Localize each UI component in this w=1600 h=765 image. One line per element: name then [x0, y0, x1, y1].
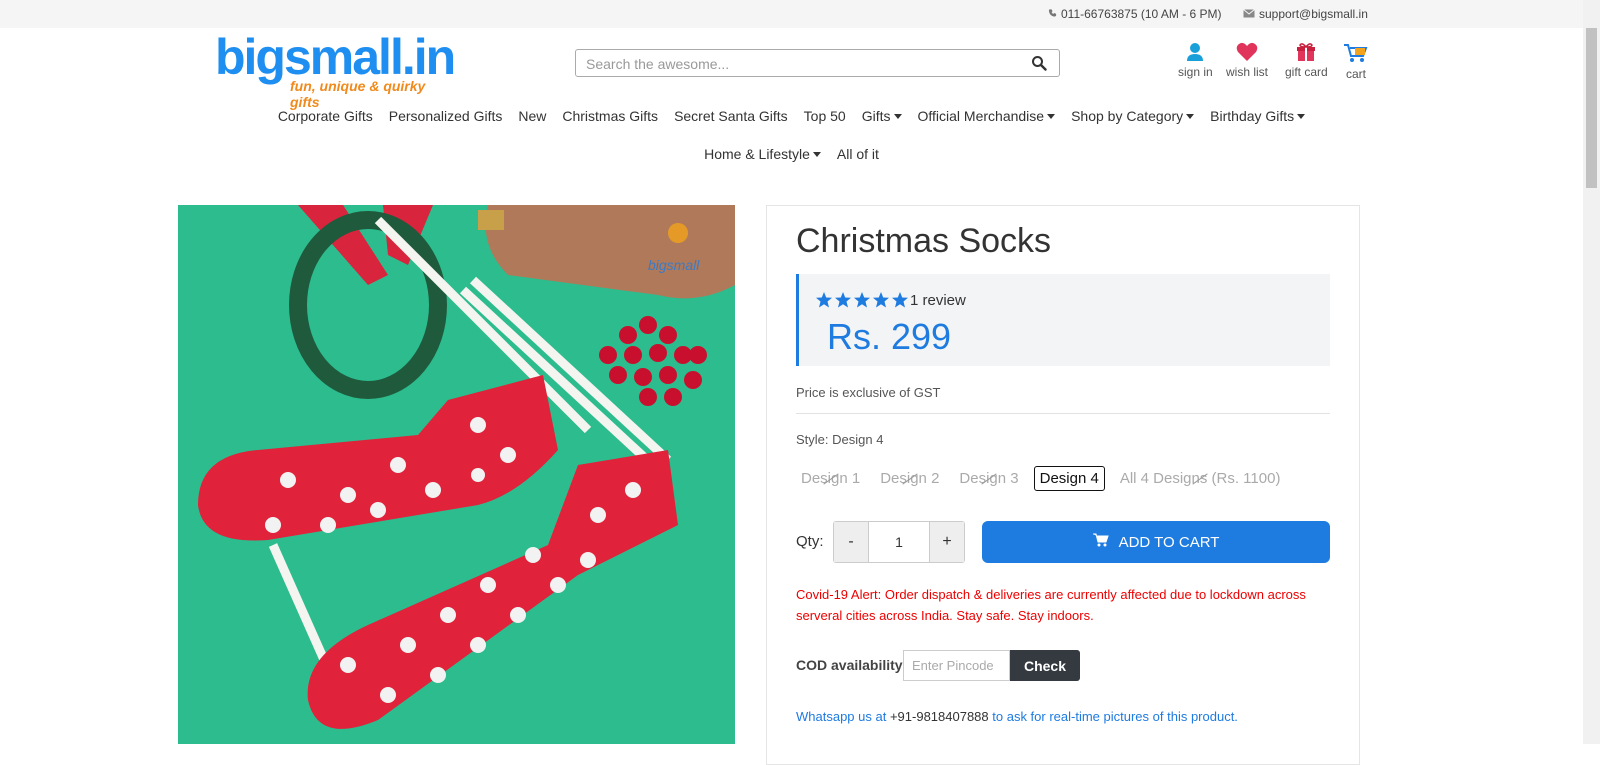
wishlist-label: wish list [1226, 65, 1269, 79]
caret-down-icon [1047, 113, 1056, 119]
review-count-link[interactable]: 1 review [910, 292, 966, 309]
nav-top-50[interactable]: Top 50 [796, 108, 854, 124]
divider [796, 413, 1330, 414]
logo-wordmark: bigsmall.in [215, 29, 456, 85]
pincode-input[interactable] [903, 650, 1010, 681]
product-image[interactable]: bigsmall [178, 205, 735, 744]
whatsapp-prefix: Whatsapp us at [796, 709, 887, 724]
design-option-1[interactable]: Design 1 [796, 467, 865, 490]
email-contact[interactable]: support@bigsmall.in [1243, 7, 1368, 21]
nav-home-lifestyle-dropdown[interactable]: Home & Lifestyle [696, 146, 829, 162]
qty-decrease-button[interactable]: - [834, 522, 868, 562]
heart-icon [1236, 42, 1258, 65]
nav-label: Personalized Gifts [388, 108, 503, 124]
phone-contact: 011-66763875 (10 AM - 6 PM) [1048, 7, 1222, 21]
search-icon[interactable] [1031, 55, 1047, 76]
watermark-text: bigsmall [648, 257, 700, 273]
rating-stars[interactable] [815, 291, 910, 309]
design-options: Design 1 Design 2 Design 3 Design 4 All … [796, 466, 1285, 491]
page-scrollbar[interactable] [1583, 0, 1600, 744]
phone-icon [1048, 7, 1057, 21]
nav-label: Official Merchandise [917, 108, 1045, 124]
nav-label: Corporate Gifts [277, 108, 373, 124]
nav-new[interactable]: New [510, 108, 554, 124]
nav-label: Birthday Gifts [1210, 108, 1295, 124]
cart-icon [1343, 42, 1369, 67]
design-option-all[interactable]: All 4 Designs (Rs. 1100) [1115, 467, 1286, 490]
design-option-4[interactable]: Design 4 [1033, 466, 1105, 491]
search-box [575, 49, 1060, 78]
nav-label: New [518, 108, 547, 124]
scrollbar-thumb[interactable] [1586, 28, 1597, 188]
search-input[interactable] [576, 50, 1008, 78]
nav-label: Christmas Gifts [562, 108, 659, 124]
user-icon [1186, 42, 1204, 65]
cod-label: COD availability [796, 657, 903, 673]
whatsapp-suffix: to ask for real-time pictures of this pr… [992, 709, 1238, 724]
nav-gifts-dropdown[interactable]: Gifts [854, 108, 910, 124]
style-label: Style: Design 4 [796, 432, 884, 447]
giftcard-label: gift card [1285, 65, 1328, 79]
envelope-icon [1243, 7, 1255, 21]
nav-label: All of it [836, 146, 879, 162]
star-rating-icon [816, 292, 908, 308]
phone-text: 011-66763875 (10 AM - 6 PM) [1061, 7, 1222, 21]
nav-label: Gifts [861, 108, 891, 124]
nav-personalized-gifts[interactable]: Personalized Gifts [381, 108, 511, 124]
qty-increase-button[interactable]: + [930, 522, 964, 562]
nav-secret-santa-gifts[interactable]: Secret Santa Gifts [666, 108, 796, 124]
nav-shop-by-category-dropdown[interactable]: Shop by Category [1063, 108, 1202, 124]
caret-down-icon [812, 151, 821, 157]
design-option-3[interactable]: Design 3 [954, 467, 1023, 490]
signin-label: sign in [1178, 65, 1213, 79]
add-to-cart-button[interactable]: ADD TO CART [982, 521, 1330, 563]
nav-birthday-gifts-dropdown[interactable]: Birthday Gifts [1202, 108, 1313, 124]
giftcard-link[interactable]: gift card [1285, 42, 1328, 79]
christmas-socks-photo: bigsmall [178, 205, 735, 744]
main-nav-row2: Home & Lifestyle All of it [0, 146, 1583, 162]
email-text[interactable]: support@bigsmall.in [1259, 7, 1368, 21]
cart-label: cart [1345, 67, 1366, 81]
design-option-2[interactable]: Design 2 [875, 467, 944, 490]
site-logo[interactable]: bigsmall.in fun, unique & quirky gifts [215, 29, 456, 110]
top-contact-bar: 011-66763875 (10 AM - 6 PM) support@bigs… [0, 0, 1583, 28]
signin-link[interactable]: sign in [1178, 42, 1213, 79]
whatsapp-number[interactable]: +91-9818407888 [890, 709, 989, 724]
product-price: Rs. 299 [827, 316, 952, 357]
nav-label: Secret Santa Gifts [674, 108, 788, 124]
caret-down-icon [1186, 113, 1195, 119]
quantity-stepper: - 1 + [833, 521, 965, 563]
add-to-cart-label: ADD TO CART [1118, 533, 1220, 551]
wishlist-link[interactable]: wish list [1226, 42, 1268, 79]
covid-alert: Covid-19 Alert: Order dispatch & deliver… [796, 587, 1306, 623]
main-nav: Corporate Gifts Personalized Gifts New C… [0, 108, 1583, 124]
nav-christmas-gifts[interactable]: Christmas Gifts [554, 108, 666, 124]
price-box: 1 review Rs. 299 [796, 274, 1330, 366]
nav-label: Home & Lifestyle [704, 146, 810, 162]
whatsapp-note: Whatsapp us at +91-9818407888 to ask for… [796, 709, 1238, 724]
nav-label: Top 50 [803, 108, 846, 124]
caret-down-icon [893, 113, 902, 119]
product-title: Christmas Socks [796, 222, 1052, 260]
nav-corporate-gifts[interactable]: Corporate Gifts [270, 108, 381, 124]
nav-label: Shop by Category [1071, 108, 1184, 124]
gift-icon [1296, 42, 1316, 65]
nav-all-of-it[interactable]: All of it [829, 146, 887, 162]
cart-icon [1092, 533, 1109, 551]
qty-input[interactable]: 1 [868, 522, 930, 562]
qty-label: Qty: [796, 533, 824, 550]
check-button[interactable]: Check [1010, 650, 1080, 681]
cart-link[interactable]: cart [1343, 42, 1369, 81]
nav-official-merchandise-dropdown[interactable]: Official Merchandise [910, 108, 1064, 124]
caret-down-icon [1297, 113, 1306, 119]
gst-note: Price is exclusive of GST [796, 385, 941, 400]
